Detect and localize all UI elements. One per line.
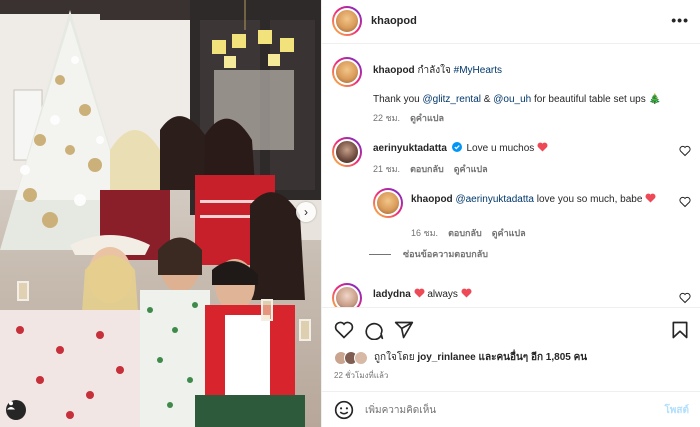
like-comment-heart-icon[interactable] [679,292,691,304]
like-heart-icon[interactable] [334,320,354,340]
caption-avatar[interactable] [332,57,362,87]
comments-section: khaopod กำลังใจ #MyHearts Thank you @gli… [322,45,700,307]
next-photo-button[interactable]: › [296,202,316,222]
like-comment-heart-icon[interactable] [679,145,691,157]
like-reply-heart-icon[interactable] [679,196,691,208]
commenter-avatar-ladydna[interactable] [332,283,362,307]
reply-text: love you so much, babe [533,194,643,205]
post-header: khaopod ••• [322,0,700,44]
comment-input[interactable] [365,401,635,419]
caption-text: กำลังใจ [414,65,454,76]
post-time-ago: 22 ชั่วโมงที่แล้ว [334,371,389,380]
comment-meta: 21 ชม. ตอบกลับ ดูคำแปล [373,162,498,176]
red-heart-emoji-icon [461,288,472,298]
mention-ou-uh[interactable]: @ou_uh [493,94,531,105]
comment-composer: โพสต์ [322,391,700,427]
reply-time: 16 ชม. [411,228,439,238]
comment-ladydna: ladydna always [373,288,472,302]
comment-bubble-icon[interactable] [364,320,384,340]
comment-aerinyuktadatta: aerinyuktadatta Love u muchos [373,142,548,156]
translate-link[interactable]: ดูคำแปล [454,164,488,174]
caption-translate-link[interactable]: ดูคำแปล [410,113,444,123]
group-photo-illustration [0,0,321,427]
save-bookmark-icon[interactable] [670,320,690,340]
hashtag-link[interactable]: #MyHearts [454,65,502,76]
translate-link[interactable]: ดูคำแปล [492,228,526,238]
likes-summary: ถูกใจโดย joy_rinlanee และคนอื่นๆ อีก 1,8… [334,350,587,365]
person-icon [7,401,15,410]
reply-username[interactable]: khaopod [411,194,453,205]
liker-avatar [354,350,368,365]
reply-button[interactable]: ตอบกลับ [448,228,482,238]
share-paper-plane-icon[interactable] [394,320,414,340]
comment-time: 21 ชม. [373,164,401,174]
author-username[interactable]: khaopod [371,15,417,27]
instagram-post-dialog: › khaopod ••• khaopod กำลังใจ #MyHearts [0,0,700,427]
reply-button[interactable]: ตอบกลับ [410,164,444,174]
post-comment-button[interactable]: โพสต์ [664,403,689,418]
red-heart-emoji-icon [537,142,548,152]
post-photo[interactable]: › [0,0,321,427]
caption-time: 22 ชม. [373,113,401,123]
red-heart-emoji-icon [645,193,656,203]
hide-replies-button[interactable]: ซ่อนข้อความตอบกลับ [369,247,488,261]
tagged-people-icon[interactable] [6,400,26,420]
red-heart-emoji-icon [414,288,425,298]
liker-username[interactable]: joy_rinlanee [417,352,475,363]
commenter-avatar-aerinyuktadatta[interactable] [332,137,362,167]
likes-text[interactable]: ถูกใจโดย joy_rinlanee และคนอื่นๆ อีก 1,8… [374,350,587,365]
post-side-panel: khaopod ••• khaopod กำลังใจ #MyHearts Th… [321,0,700,427]
reply-meta: 16 ชม. ตอบกลับ ดูคำแปล [411,226,536,240]
caption-username[interactable]: khaopod [373,65,415,76]
emoji-picker-icon[interactable] [334,400,354,420]
author-avatar[interactable] [332,6,362,36]
comment-username[interactable]: ladydna [373,289,411,300]
comment-text: always [424,289,461,300]
comment-username[interactable]: aerinyuktadatta [373,143,447,154]
reply-khaopod: khaopod @aerinyuktadatta love you so muc… [411,193,681,207]
caption-body: Thank you @glitz_rental & @ou_uh for bea… [373,94,661,105]
mention-aerinyuktadatta[interactable]: @aerinyuktadatta [455,194,534,205]
mention-glitz-rental[interactable]: @glitz_rental [422,94,481,105]
comment-text: Love u muchos [466,143,535,154]
caption-meta: 22 ชม. ดูคำแปล [373,111,454,125]
more-options-icon[interactable]: ••• [671,12,689,28]
reply-avatar-khaopod[interactable] [373,188,403,218]
caption-first-line: khaopod กำลังใจ #MyHearts [373,64,683,78]
verified-badge-icon [451,142,462,152]
